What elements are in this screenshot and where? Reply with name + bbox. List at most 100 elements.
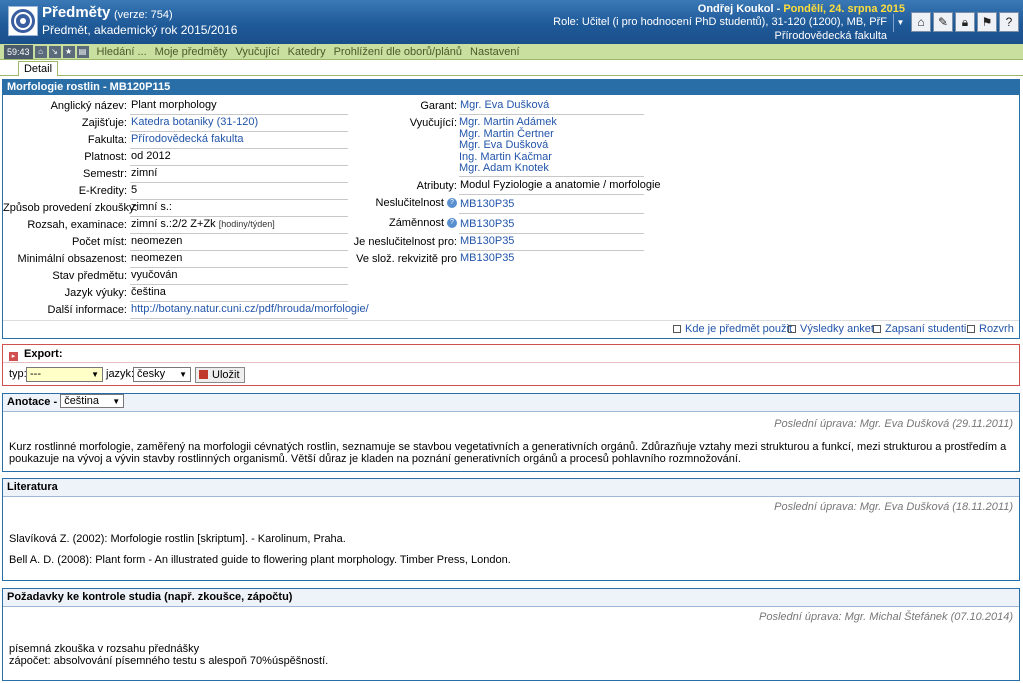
page-icon [788,325,796,333]
chevron-down-icon: ▼ [112,397,121,406]
link-survey-results[interactable]: Výsledky anket [788,323,874,335]
last-edit: Poslední úprava: Mgr. Eva Dušková (18.11… [774,501,1013,513]
requirements-section: Požadavky ke kontrole studia (např. zkou… [2,588,1020,681]
field-label: Zajišťuje: [81,117,127,129]
export-panel: ▸ Export: typ: --- ▼ jazyk: česky ▼ Uložit [2,344,1020,386]
field-scope: zimní s.:2/2 Z+Zk [hodiny/týden] [130,217,348,234]
field-label: E-Kredity: [78,185,127,197]
field-label: Minimální obsazenost: [17,253,127,265]
star-icon[interactable]: ★ [62,45,75,58]
current-date: Pondělí, 24. srpna 2015 [783,3,905,15]
garant-link[interactable]: Mgr. Eva Dušková [459,98,644,115]
field-label: Atributy: [416,180,457,192]
detail-links: Kde je předmět použit Výsledky anket Zap… [3,320,1019,338]
link-where-used[interactable]: Kde je předmět použit [673,323,792,335]
app-subtitle: Předmět, akademický rok 2015/2016 [42,23,238,37]
faculty-label: Přírodovědecká fakulta [774,30,887,42]
incompat-for-link[interactable]: MB130P35 [459,234,644,251]
field-label: Neslučitelnost? [353,197,457,209]
teacher-link[interactable]: Mgr. Martin Adámek [459,116,644,129]
menu-my-courses[interactable]: Moje předměty [155,46,228,58]
home-icon[interactable]: ⌂ [34,45,47,58]
field-validity: od 2012 [130,149,348,166]
menu-departments[interactable]: Katedry [288,46,326,58]
prereq-for-link[interactable]: MB130P35 [459,251,644,268]
field-english-name: Plant morphology [130,98,348,115]
save-button[interactable]: Uložit [195,367,245,383]
interchange-label: Záměnnost [388,217,444,229]
teacher-link[interactable]: Mgr. Adam Knotek [459,162,644,175]
field-label: Je neslučitelnost pro: [353,236,457,248]
field-label: Jazyk výuky: [64,287,127,299]
menu-browse-programs[interactable]: Prohlížení dle oborů/plánů [334,46,462,58]
flag-icon[interactable]: ⚑ [977,12,997,32]
field-more-info-link[interactable]: http://botany.natur.cuni.cz/pdf/hrouda/m… [130,302,369,319]
field-credits: 5 [130,183,348,200]
field-language: čeština [130,285,348,302]
session-timer: 59:43 [4,44,33,59]
chevron-down-icon: ▼ [179,370,187,379]
attributes-value: Modul Fyziologie a anatomie / morfologie [459,178,661,195]
scope-value: zimní s.:2/2 Z+Zk [131,218,216,230]
annotation-title: Anotace - [7,396,58,408]
tab-detail[interactable]: Detail [18,61,58,76]
field-label: Stav předmětu: [52,270,127,282]
menu-settings[interactable]: Nastavení [470,46,520,58]
page-icon [873,325,881,333]
collapse-icon[interactable]: ▸ [9,352,18,361]
home-icon[interactable]: ⌂ [911,12,931,32]
course-detail-panel: Morfologie rostlin - MB120P115 Anglický … [2,79,1020,339]
lock-icon[interactable]: 🔒︎ [955,12,975,32]
user-name[interactable]: Ondřej Koukol [698,3,774,15]
export-header[interactable]: ▸ Export: [9,348,63,361]
teacher-link[interactable]: Mgr. Eva Dušková [459,139,644,152]
arrow-icon[interactable]: ↘ [48,45,61,58]
app-title: Předměty [42,4,111,21]
page-icon [673,325,681,333]
link-schedule[interactable]: Rozvrh [967,323,1014,335]
export-title: Export: [24,348,63,360]
interchange-link[interactable]: MB130P35 [459,217,644,234]
help-icon[interactable]: ? [447,198,457,209]
menu-teachers[interactable]: Vyučující [235,46,279,58]
teachers-list: Mgr. Martin Adámek Mgr. Martin Čertner M… [459,116,644,177]
help-icon[interactable]: ? [447,218,457,229]
scope-unit-note: [hodiny/týden] [218,219,275,229]
field-label: Garant: [420,100,457,112]
requirement-line: zápočet: absolvování písemného testu s a… [9,655,329,667]
annotation-header: Anotace - čeština ▼ [3,394,1019,412]
incompat-link[interactable]: MB130P35 [459,197,644,214]
last-edit: Poslední úprava: Mgr. Michal Štefánek (0… [759,611,1013,623]
chevron-down-icon[interactable]: ▼ [893,14,907,32]
menu-search[interactable]: Hledání ... [97,46,147,58]
literature-item: Bell A. D. (2008): Plant form - An illus… [9,554,511,566]
field-semester: zimní [130,166,348,183]
incompat-label: Neslučitelnost [375,197,444,209]
last-edit: Poslední úprava: Mgr. Eva Dušková (29.11… [774,418,1013,430]
field-label: Semestr: [82,168,127,180]
annotation-section: Anotace - čeština ▼ Poslední úprava: Mgr.… [2,393,1020,472]
annotation-language-select[interactable]: čeština ▼ [60,394,125,408]
field-department-link[interactable]: Katedra botaniky (31-120) [130,115,348,132]
link-enrolled-students[interactable]: Zapsaní studenti [873,323,966,335]
header-icons: ⌂ ✎ 🔒︎ ⚑ ? [911,12,1019,32]
print-icon[interactable]: ▤ [76,45,89,58]
save-icon [199,370,208,379]
field-min-occupancy: neomezen [130,251,348,268]
annotation-text: Kurz rostlinné morfologie, zaměřený na m… [9,441,1007,465]
literature-section: Literatura Poslední úprava: Mgr. Eva Duš… [2,478,1020,581]
type-select[interactable]: --- ▼ [26,367,103,382]
role-selector-label[interactable]: Role: Učitel (i pro hodnocení PhD studen… [553,16,887,28]
help-icon[interactable]: ? [999,12,1019,32]
requirement-line: písemná zkouška v rozsahu přednášky [9,643,200,655]
field-label: Způsob provedení zkoušky: [3,202,138,214]
language-select[interactable]: česky ▼ [133,367,191,382]
notes-icon[interactable]: ✎ [933,12,953,32]
field-faculty-link[interactable]: Přírodovědecká fakulta [130,132,348,149]
page-icon [967,325,975,333]
field-label: Fakulta: [87,134,127,146]
field-exam-mode: zimní s.: [130,200,348,217]
field-label: Záměnnost? [353,217,457,229]
divider [3,362,1019,363]
field-label: Platnost: [84,151,127,163]
